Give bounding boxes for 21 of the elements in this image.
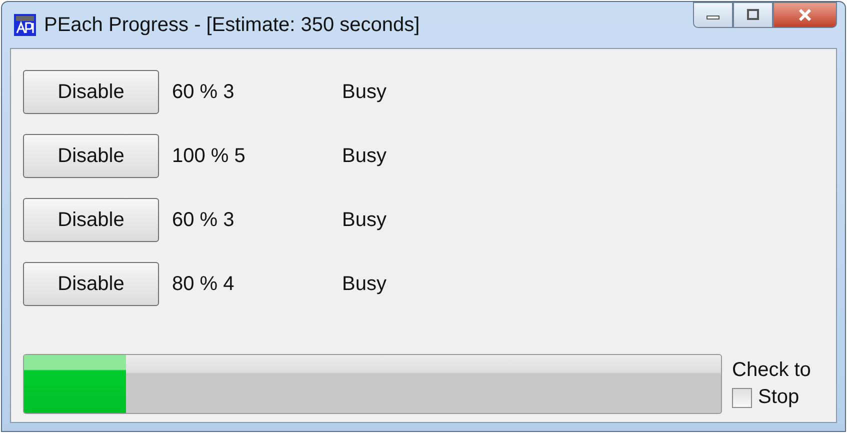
- disable-button[interactable]: Disable: [23, 70, 159, 114]
- status-text: Busy: [342, 144, 386, 168]
- progress-text: 100 % 5: [172, 144, 246, 168]
- close-button[interactable]: [773, 2, 837, 28]
- stop-checkbox[interactable]: Stop: [732, 386, 811, 409]
- progress-text: 60 % 3: [172, 208, 236, 232]
- disable-button[interactable]: Disable: [23, 198, 159, 242]
- disable-button[interactable]: Disable: [23, 262, 159, 306]
- disable-button[interactable]: Disable: [23, 134, 159, 178]
- status-text: Busy: [342, 272, 386, 296]
- stop-label: Check to: [732, 359, 811, 382]
- progress-text: 60 % 3: [172, 80, 236, 104]
- status-text: Busy: [342, 80, 386, 104]
- maximize-button[interactable]: [733, 2, 773, 28]
- app-icon: [14, 14, 36, 36]
- close-icon: [797, 9, 813, 21]
- minimize-button[interactable]: [693, 2, 733, 28]
- status-text: Busy: [342, 208, 386, 232]
- progress-text: 80 % 4: [172, 272, 236, 296]
- window-title: PEach Progress - [Estimate: 350 seconds]: [44, 14, 420, 36]
- maximize-icon: [746, 9, 760, 21]
